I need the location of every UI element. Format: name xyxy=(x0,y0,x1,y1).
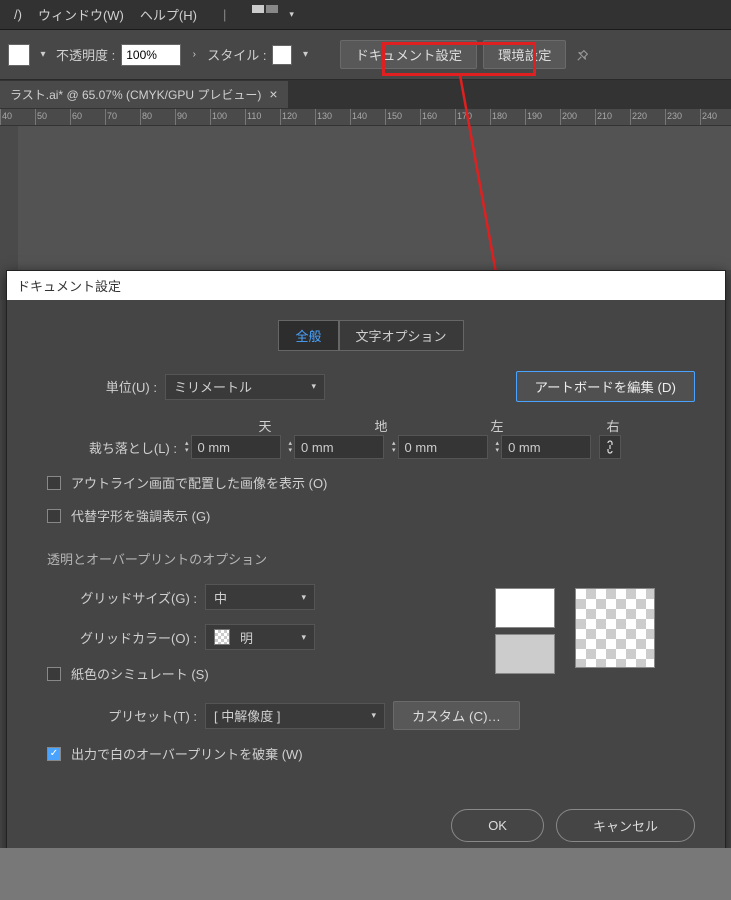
menu-item-window[interactable]: ウィンドウ(W) xyxy=(32,1,130,28)
color-swatch-white[interactable] xyxy=(495,588,555,628)
chevron-down-icon: ▾ xyxy=(301,632,306,643)
workspace-switcher-icon[interactable]: ▾ xyxy=(246,1,306,28)
ruler-mark: 100 xyxy=(210,109,227,126)
bleed-bottom-field[interactable]: ▴▾ 0 mm xyxy=(289,435,385,459)
checker-swatch-icon xyxy=(214,629,230,645)
ruler-mark: 120 xyxy=(280,109,297,126)
chevron-right-icon[interactable]: › xyxy=(187,46,201,64)
ruler-mark: 40 xyxy=(0,109,12,126)
bleed-top-input[interactable]: 0 mm xyxy=(191,435,281,459)
ruler-mark: 190 xyxy=(525,109,542,126)
ruler-mark: 90 xyxy=(175,109,187,126)
ruler-mark: 60 xyxy=(70,109,82,126)
checkbox-discard-overprint-label: 出力で白のオーバープリントを破棄 (W) xyxy=(71,744,303,763)
ruler-mark: 70 xyxy=(105,109,117,126)
bleed-header-left: 左 xyxy=(439,416,555,435)
checkbox-alt-glyphs-label: 代替字形を強調表示 (G) xyxy=(71,506,210,525)
units-value: ミリメートル xyxy=(174,377,252,396)
checkbox-outline-images-label: アウトライン画面で配置した画像を表示 (O) xyxy=(71,473,327,492)
gridsize-select[interactable]: 中 ▾ xyxy=(205,584,315,610)
ruler-mark: 180 xyxy=(490,109,507,126)
bleed-header-right: 右 xyxy=(555,416,671,435)
gridcolor-label: グリッドカラー(O) : xyxy=(47,628,197,647)
document-tabbar: ラスト.ai* @ 65.07% (CMYK/GPU プレビュー) × xyxy=(0,80,731,108)
fill-swatch[interactable] xyxy=(8,44,30,66)
close-icon[interactable]: × xyxy=(269,86,277,102)
bleed-right-field[interactable]: ▴▾ 0 mm xyxy=(496,435,592,459)
ruler-mark: 220 xyxy=(630,109,647,126)
ruler-mark: 150 xyxy=(385,109,402,126)
ruler-mark: 160 xyxy=(420,109,437,126)
bleed-label: 裁ち落とし(L) : xyxy=(47,438,177,457)
chevron-down-icon[interactable]: ▾ xyxy=(298,46,312,64)
gridsize-value: 中 xyxy=(214,588,227,607)
document-settings-dialog: ドキュメント設定 全般 文字オプション 単位(U) : ミリメートル ▾ アート… xyxy=(6,270,726,865)
preset-select[interactable]: [ 中解像度 ] ▾ xyxy=(205,703,385,729)
ruler-mark: 50 xyxy=(35,109,47,126)
checkbox-alt-glyphs[interactable] xyxy=(47,509,61,523)
bleed-left-field[interactable]: ▴▾ 0 mm xyxy=(392,435,488,459)
bleed-top-field[interactable]: ▴▾ 0 mm xyxy=(185,435,281,459)
chevron-down-icon[interactable]: ▾ xyxy=(36,46,50,64)
dialog-tabs: 全般 文字オプション xyxy=(47,320,695,351)
document-settings-button[interactable]: ドキュメント設定 xyxy=(340,40,477,69)
ruler-mark: 170 xyxy=(455,109,472,126)
ruler-mark: 110 xyxy=(245,109,261,126)
transparency-section-title: 透明とオーバープリントのオプション xyxy=(47,549,695,568)
dialog-title: ドキュメント設定 xyxy=(7,271,725,300)
checker-preview xyxy=(575,588,655,668)
tab-general[interactable]: 全般 xyxy=(278,320,338,351)
menu-item[interactable]: /) xyxy=(8,3,28,26)
document-tab[interactable]: ラスト.ai* @ 65.07% (CMYK/GPU プレビュー) × xyxy=(0,81,288,108)
ruler-mark: 210 xyxy=(595,109,612,126)
style-swatch[interactable] xyxy=(272,45,292,65)
opacity-label: 不透明度 : xyxy=(56,45,115,64)
bleed-right-input[interactable]: 0 mm xyxy=(501,435,591,459)
color-swatch-gray[interactable] xyxy=(495,634,555,674)
preset-label: プリセット(T) : xyxy=(47,706,197,725)
ruler-mark: 200 xyxy=(560,109,577,126)
ruler-mark: 80 xyxy=(140,109,152,126)
tab-title: ラスト.ai* @ 65.07% (CMYK/GPU プレビュー) xyxy=(10,86,261,103)
ruler-mark: 240 xyxy=(700,109,717,126)
link-icon[interactable] xyxy=(599,435,621,459)
gridsize-label: グリッドサイズ(G) : xyxy=(47,588,197,607)
chevron-down-icon: ▾ xyxy=(301,592,306,603)
canvas[interactable] xyxy=(0,126,731,270)
tab-text-options[interactable]: 文字オプション xyxy=(339,320,464,351)
bleed-header-bottom: 地 xyxy=(323,416,439,435)
checkbox-simulate-paper-label: 紙色のシミュレート (S) xyxy=(71,664,209,683)
option-bar: ▾ 不透明度 : 100% › スタイル : ▾ ドキュメント設定 環境設定 xyxy=(0,30,731,80)
units-label: 単位(U) : xyxy=(47,377,157,396)
ruler-mark: 140 xyxy=(350,109,367,126)
custom-button[interactable]: カスタム (C)… xyxy=(393,701,520,730)
style-label: スタイル : xyxy=(207,45,266,64)
bleed-left-input[interactable]: 0 mm xyxy=(398,435,488,459)
cancel-button[interactable]: キャンセル xyxy=(556,809,695,842)
units-select[interactable]: ミリメートル ▾ xyxy=(165,374,325,400)
ruler-mark: 230 xyxy=(665,109,682,126)
background-fill xyxy=(0,848,731,900)
chevron-down-icon: ▾ xyxy=(311,381,316,392)
bleed-bottom-input[interactable]: 0 mm xyxy=(294,435,384,459)
checkbox-discard-overprint[interactable]: ✓ xyxy=(47,747,61,761)
opacity-input[interactable]: 100% xyxy=(121,44,181,66)
gridcolor-value: 明 xyxy=(240,628,253,647)
chevron-down-icon: ▾ xyxy=(371,710,376,721)
ok-button[interactable]: OK xyxy=(451,809,544,842)
menubar: /) ウィンドウ(W) ヘルプ(H) | ▾ xyxy=(0,0,731,30)
edit-artboards-button[interactable]: アートボードを編集 (D) xyxy=(516,371,695,402)
ruler-horizontal: 40 50 60 70 80 90 100 110 120 130 140 150 160 170 180 1… xyxy=(0,108,731,126)
preset-value: [ 中解像度 ] xyxy=(214,706,280,725)
pin-icon[interactable] xyxy=(572,44,594,66)
gridcolor-select[interactable]: 明 ▾ xyxy=(205,624,315,650)
checkbox-outline-images[interactable] xyxy=(47,476,61,490)
checkbox-simulate-paper[interactable] xyxy=(47,667,61,681)
ruler-mark: 130 xyxy=(315,109,332,126)
bleed-header-top: 天 xyxy=(207,416,323,435)
preferences-button[interactable]: 環境設定 xyxy=(483,40,566,69)
menu-item-help[interactable]: ヘルプ(H) xyxy=(134,1,203,28)
bleed-headers: 天 地 左 右 xyxy=(207,416,695,435)
